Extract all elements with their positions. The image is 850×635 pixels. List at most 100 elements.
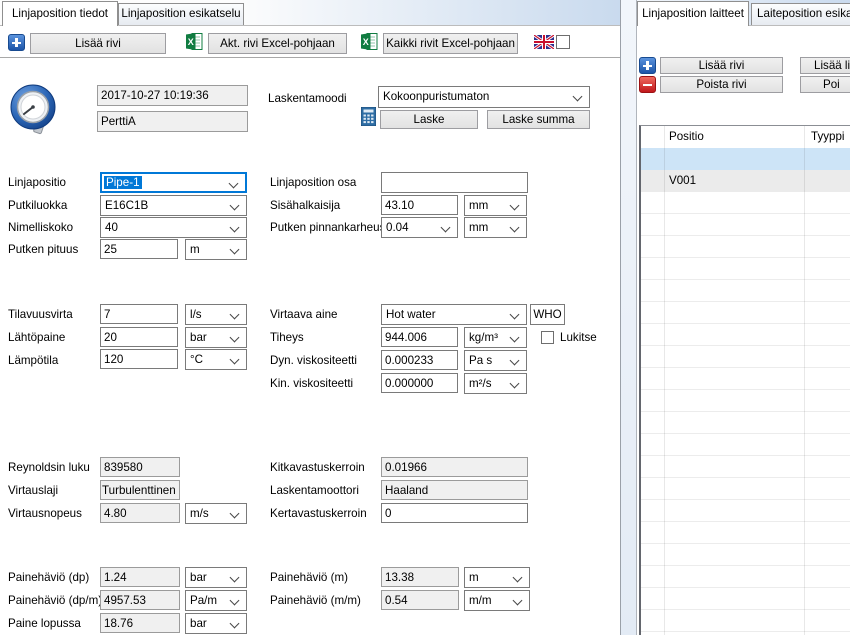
painehavio-m-unit-dropdown[interactable]: m	[464, 567, 530, 588]
table-row[interactable]: V001	[641, 170, 850, 192]
unit-value: l/s	[190, 308, 202, 321]
who-button[interactable]: WHO	[530, 304, 565, 325]
unit-value: bar	[190, 331, 207, 344]
lampotila-unit-dropdown[interactable]: °C	[185, 349, 247, 370]
delete-from-line-button[interactable]: Poi	[800, 76, 850, 93]
chevron-down-icon	[230, 596, 240, 606]
tiheys-input[interactable]	[381, 327, 458, 347]
column-header-positio[interactable]: Positio	[669, 126, 704, 148]
kin-viskositeetti-input[interactable]	[381, 373, 458, 393]
add-device-row-button[interactable]: Lisää rivi	[660, 57, 783, 74]
chevron-down-icon	[230, 333, 240, 343]
painehavio-dpm-field	[100, 590, 180, 610]
nimelliskoko-dropdown[interactable]: 40	[100, 217, 247, 238]
putken-pituus-input[interactable]	[100, 239, 178, 259]
column-header-tyyppi[interactable]: Tyyppi	[811, 126, 845, 148]
paine-lopussa-unit-dropdown[interactable]: bar	[185, 613, 247, 634]
table-body: V001	[641, 148, 850, 635]
unit-value: bar	[190, 617, 207, 630]
add-row-icon[interactable]	[639, 57, 656, 74]
calc-mode-label: Laskentamoodi	[268, 89, 347, 109]
linjaposition-osa-label: Linjaposition osa	[270, 173, 356, 193]
putken-pituus-label: Putken pituus	[8, 240, 78, 260]
tab-linjaposition-esikatselu[interactable]: Linjaposition esikatselu	[118, 3, 244, 25]
uk-flag-icon	[534, 35, 554, 54]
painehavio-mm-field	[381, 590, 459, 610]
lock-checkbox[interactable]	[541, 331, 554, 344]
lock-label: Lukitse	[560, 328, 597, 348]
chevron-down-icon	[230, 310, 240, 320]
kitkavastuskerroin-field	[381, 457, 528, 477]
putken-pituus-unit-dropdown[interactable]: m	[185, 239, 247, 260]
unit-value: °C	[190, 353, 203, 366]
calculate-button[interactable]: Laske	[380, 110, 478, 129]
unit-value: m/m	[469, 594, 492, 607]
lahtopaine-unit-dropdown[interactable]: bar	[185, 327, 247, 348]
pressure-gauge-icon	[8, 83, 60, 140]
tab-linjaposition-tiedot[interactable]: Linjaposition tiedot	[2, 1, 118, 26]
tiheys-label: Tiheys	[270, 328, 304, 348]
nimelliskoko-value: 40	[105, 221, 118, 234]
tilavuusvirta-input[interactable]	[100, 304, 178, 324]
pinnankarheus-unit-dropdown[interactable]: mm	[464, 217, 527, 238]
unit-value: m	[469, 571, 479, 584]
panel-splitter[interactable]	[620, 0, 637, 635]
calculator-icon[interactable]	[361, 107, 376, 131]
table-row[interactable]	[641, 148, 850, 170]
chevron-down-icon	[230, 573, 240, 583]
pinnankarheus-label: Putken pinnankarheus	[270, 218, 385, 238]
painehavio-m-field	[381, 567, 459, 587]
painehavio-dpm-unit-dropdown[interactable]: Pa/m	[185, 590, 247, 611]
lampotila-input[interactable]	[100, 349, 178, 369]
painehavio-mm-unit-dropdown[interactable]: m/m	[464, 590, 530, 611]
unit-value: mm	[469, 221, 488, 234]
virtausnopeus-unit-dropdown[interactable]: m/s	[185, 503, 247, 524]
sisahalkaisija-unit-dropdown[interactable]: mm	[464, 195, 527, 216]
calc-mode-dropdown[interactable]: Kokoonpuristumaton	[378, 86, 590, 108]
chevron-down-icon	[513, 573, 523, 583]
chevron-down-icon	[510, 379, 520, 389]
unit-value: Pa/m	[190, 594, 217, 607]
virtaava-aine-dropdown[interactable]: Hot water	[381, 304, 527, 325]
delete-device-row-button[interactable]: Poista rivi	[660, 76, 783, 93]
unit-value: m/s	[190, 507, 209, 520]
lahtopaine-label: Lähtöpaine	[8, 328, 65, 348]
svg-text:X: X	[363, 37, 369, 47]
unit-value: mm	[469, 199, 488, 212]
right-panel: Linjaposition laitteet Laiteposition esi…	[637, 0, 850, 635]
chevron-down-icon	[573, 92, 583, 102]
add-from-line-button[interactable]: Lisää lin	[800, 57, 850, 74]
chevron-down-icon	[513, 596, 523, 606]
lahtopaine-input[interactable]	[100, 327, 178, 347]
sisahalkaisija-input[interactable]	[381, 195, 458, 215]
kertavastuskerroin-input[interactable]	[381, 503, 528, 523]
lampotila-label: Lämpötila	[8, 351, 58, 371]
paine-lopussa-field	[100, 613, 180, 633]
unit-value: Pa s	[469, 354, 492, 367]
linjapositio-dropdown[interactable]: Pipe-1	[100, 172, 247, 193]
painehavio-dp-unit-dropdown[interactable]: bar	[185, 567, 247, 588]
kin-viskositeetti-unit-dropdown[interactable]: m²/s	[464, 373, 527, 394]
dyn-viskositeetti-unit-dropdown[interactable]: Pa s	[464, 350, 527, 371]
tab-laiteposition-esikatselu[interactable]: Laiteposition esikatselu	[751, 3, 850, 25]
linjaposition-osa-input[interactable]	[381, 172, 528, 193]
excel-icon[interactable]: X	[361, 32, 378, 56]
add-row-icon[interactable]	[8, 34, 25, 51]
virtausnopeus-field	[100, 503, 180, 523]
dyn-viskositeetti-input[interactable]	[381, 350, 458, 370]
delete-row-icon[interactable]	[639, 76, 656, 93]
pinnankarheus-dropdown[interactable]: 0.04	[381, 217, 458, 238]
active-row-excel-button[interactable]: Akt. rivi Excel-pohjaan	[208, 33, 347, 54]
tab-label: Laiteposition esikatselu	[757, 7, 850, 20]
tiheys-unit-dropdown[interactable]: kg/m³	[464, 327, 527, 348]
english-checkbox[interactable]	[556, 35, 570, 49]
tab-linjaposition-laitteet[interactable]: Linjaposition laitteet	[637, 1, 749, 26]
laskentamoottori-label: Laskentamoottori	[270, 481, 359, 501]
putkiluokka-dropdown[interactable]: E16C1B	[100, 195, 247, 216]
excel-icon[interactable]: X	[186, 32, 203, 56]
calculate-sum-button[interactable]: Laske summa	[487, 110, 590, 129]
all-rows-excel-button[interactable]: Kaikki rivit Excel-pohjaan	[383, 33, 518, 54]
chevron-down-icon	[510, 201, 520, 211]
add-row-button[interactable]: Lisää rivi	[30, 33, 166, 54]
tilavuusvirta-unit-dropdown[interactable]: l/s	[185, 304, 247, 325]
